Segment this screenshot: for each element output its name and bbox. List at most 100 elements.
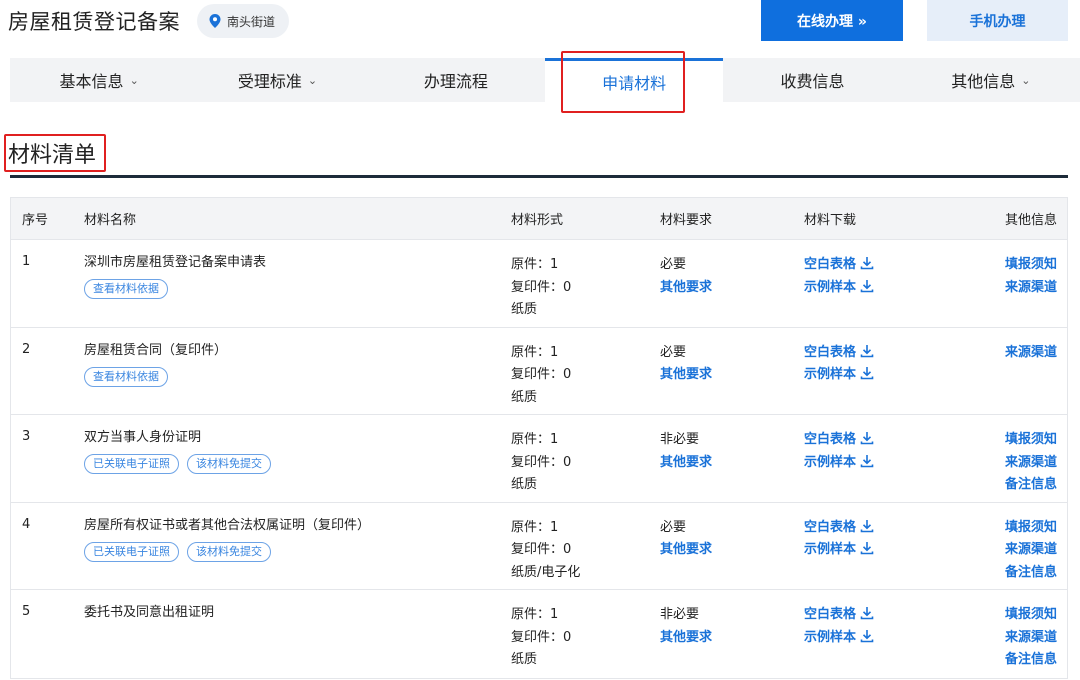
location-selector[interactable]: 南头街道 [197, 4, 290, 38]
material-tag[interactable]: 已关联电子证照 [84, 541, 179, 562]
location-label: 南头街道 [227, 14, 276, 29]
tab-label: 其他信息 [951, 72, 1016, 91]
chevron-down-icon: ⌄ [1021, 73, 1031, 87]
download-link[interactable]: 空白表格 [804, 429, 874, 452]
table-row: 5 委托书及同意出租证明 原件：1 复印件：0 纸质 非必要 其他要求 空白表格 示例样本 填… [11, 590, 1067, 678]
material-name: 房屋所有权证书或者其他合法权属证明（复印件） [84, 517, 371, 533]
material-other-cell: 填报须知 来源渠道 备注信息 [1005, 604, 1057, 672]
other-info-link[interactable]: 来源渠道 [1005, 342, 1057, 365]
other-requirement-link[interactable]: 其他要求 [660, 364, 712, 387]
material-download-cell: 空白表格 示例样本 [804, 429, 874, 474]
download-icon [860, 344, 874, 357]
material-requirement-cell: 必要 其他要求 [660, 517, 712, 562]
material-tag[interactable]: 查看材料依据 [84, 366, 168, 387]
row-index: 2 [22, 341, 31, 357]
table-row: 3 双方当事人身份证明 已关联电子证照 该材料免提交 原件：1 复印件：0 纸质 非必要 其… [11, 415, 1067, 503]
download-link-label: 示例样本 [804, 279, 857, 295]
download-link-label: 示例样本 [804, 629, 857, 645]
other-info-link[interactable]: 来源渠道 [1005, 277, 1057, 300]
material-requirement-cell: 必要 其他要求 [660, 342, 712, 387]
material-form-line: 纸质 [511, 477, 538, 492]
material-name: 双方当事人身份证明 [84, 430, 202, 445]
material-tag[interactable]: 已关联电子证照 [84, 454, 179, 474]
tab-application-materials[interactable]: 申请材料 [544, 58, 724, 102]
download-link-label: 示例样本 [804, 367, 857, 382]
download-link-label: 空白表格 [804, 519, 857, 535]
other-info-link[interactable]: 来源渠道 [1005, 452, 1057, 475]
download-link-label: 空白表格 [804, 432, 857, 447]
download-link[interactable]: 空白表格 [804, 517, 874, 540]
material-name-cell: 房屋所有权证书或者其他合法权属证明（复印件） 已关联电子证照 该材料免提交 [84, 517, 370, 562]
download-link[interactable]: 空白表格 [804, 604, 874, 627]
col-header-requirement: 材料要求 [660, 213, 713, 228]
material-other-cell: 填报须知 来源渠道 备注信息 [1005, 429, 1057, 497]
material-name-cell: 深圳市房屋租赁登记备案申请表 查看材料依据 [84, 254, 266, 299]
material-name: 委托书及同意出租证明 [84, 605, 215, 620]
tab-acceptance-standard[interactable]: 受理标准 ⌄ [188, 58, 366, 102]
material-form-line: 原件：1 [511, 519, 559, 535]
requirement-text: 必要 [660, 257, 687, 272]
other-requirement-link[interactable]: 其他要求 [660, 277, 712, 300]
other-info-link[interactable]: 来源渠道 [1005, 627, 1057, 650]
download-link[interactable]: 空白表格 [804, 342, 874, 365]
download-link-label: 空白表格 [804, 607, 857, 622]
materials-table: 序号 材料名称 材料形式 材料要求 材料下载 其他信息 1 深圳市房屋租赁登记备案… [10, 197, 1068, 679]
other-info-link[interactable]: 填报须知 [1005, 254, 1057, 277]
material-tag[interactable]: 该材料免提交 [187, 541, 271, 562]
download-link[interactable]: 空白表格 [804, 254, 874, 277]
download-icon [860, 432, 874, 445]
download-link-label: 示例样本 [804, 542, 857, 557]
download-link[interactable]: 示例样本 [804, 539, 874, 562]
other-info-link[interactable]: 填报须知 [1005, 517, 1057, 540]
tab-fees[interactable]: 收费信息 [723, 58, 901, 102]
tab-process[interactable]: 办理流程 [367, 58, 545, 102]
other-info-link[interactable]: 备注信息 [1005, 474, 1057, 497]
other-requirement-link[interactable]: 其他要求 [660, 627, 712, 650]
table-row: 4 房屋所有权证书或者其他合法权属证明（复印件） 已关联电子证照 该材料免提交 原件：1… [11, 503, 1067, 590]
download-link[interactable]: 示例样本 [804, 627, 874, 650]
material-form-line: 复印件：0 [511, 454, 572, 470]
download-icon [860, 279, 874, 292]
chevron-down-icon: ⌄ [129, 73, 139, 87]
other-info-link[interactable]: 填报须知 [1005, 429, 1057, 452]
download-link[interactable]: 示例样本 [804, 452, 874, 475]
other-info-link[interactable]: 来源渠道 [1005, 539, 1057, 562]
material-requirement-cell: 非必要 其他要求 [660, 429, 712, 474]
download-icon [860, 367, 874, 380]
material-form-cell: 原件：1 复印件：0 纸质/电子化 [511, 517, 580, 585]
download-link-label: 空白表格 [804, 257, 857, 272]
material-requirement-cell: 必要 其他要求 [660, 254, 712, 299]
download-icon [860, 629, 874, 642]
table-row: 2 房屋租赁合同（复印件） 查看材料依据 原件：1 复印件：0 纸质 必要 其他要求 空白表… [11, 328, 1067, 415]
other-requirement-link[interactable]: 其他要求 [660, 452, 712, 475]
download-icon [860, 542, 874, 555]
section-title: 材料清单 [8, 143, 97, 168]
other-requirement-link[interactable]: 其他要求 [660, 539, 712, 562]
material-other-cell: 来源渠道 [1005, 342, 1057, 365]
material-tag[interactable]: 该材料免提交 [187, 454, 271, 474]
download-link[interactable]: 示例样本 [804, 364, 874, 387]
material-form-cell: 原件：1 复印件：0 纸质 [511, 342, 571, 410]
mobile-apply-button[interactable]: 手机办理 [927, 0, 1068, 41]
other-info-link[interactable]: 备注信息 [1005, 649, 1057, 672]
material-form-line: 纸质/电子化 [511, 564, 581, 580]
material-form-line: 原件：1 [511, 257, 559, 272]
tab-other-info[interactable]: 其他信息 ⌄ [902, 58, 1080, 102]
row-index: 3 [22, 429, 31, 444]
other-info-link[interactable]: 备注信息 [1005, 562, 1057, 585]
col-header-download: 材料下载 [804, 213, 857, 228]
tab-bar: 基本信息 ⌄ 受理标准 ⌄ 办理流程 申请材料 收费信息 其他信息 ⌄ [10, 58, 1080, 102]
tab-basic-info[interactable]: 基本信息 ⌄ [10, 58, 188, 102]
other-info-link[interactable]: 填报须知 [1005, 604, 1057, 627]
online-apply-button[interactable]: 在线办理 » [761, 0, 903, 41]
map-pin-icon [209, 14, 221, 28]
material-form-cell: 原件：1 复印件：0 纸质 [511, 604, 571, 672]
tab-label: 申请材料 [602, 73, 667, 93]
download-link[interactable]: 示例样本 [804, 277, 874, 300]
download-icon [860, 257, 874, 270]
material-tag[interactable]: 查看材料依据 [84, 279, 168, 299]
section-divider [10, 175, 1068, 178]
material-form-line: 纸质 [511, 652, 538, 667]
material-form-line: 原件：1 [511, 344, 559, 360]
table-row: 1 深圳市房屋租赁登记备案申请表 查看材料依据 原件：1 复印件：0 纸质 必要 其他要求… [11, 240, 1067, 328]
